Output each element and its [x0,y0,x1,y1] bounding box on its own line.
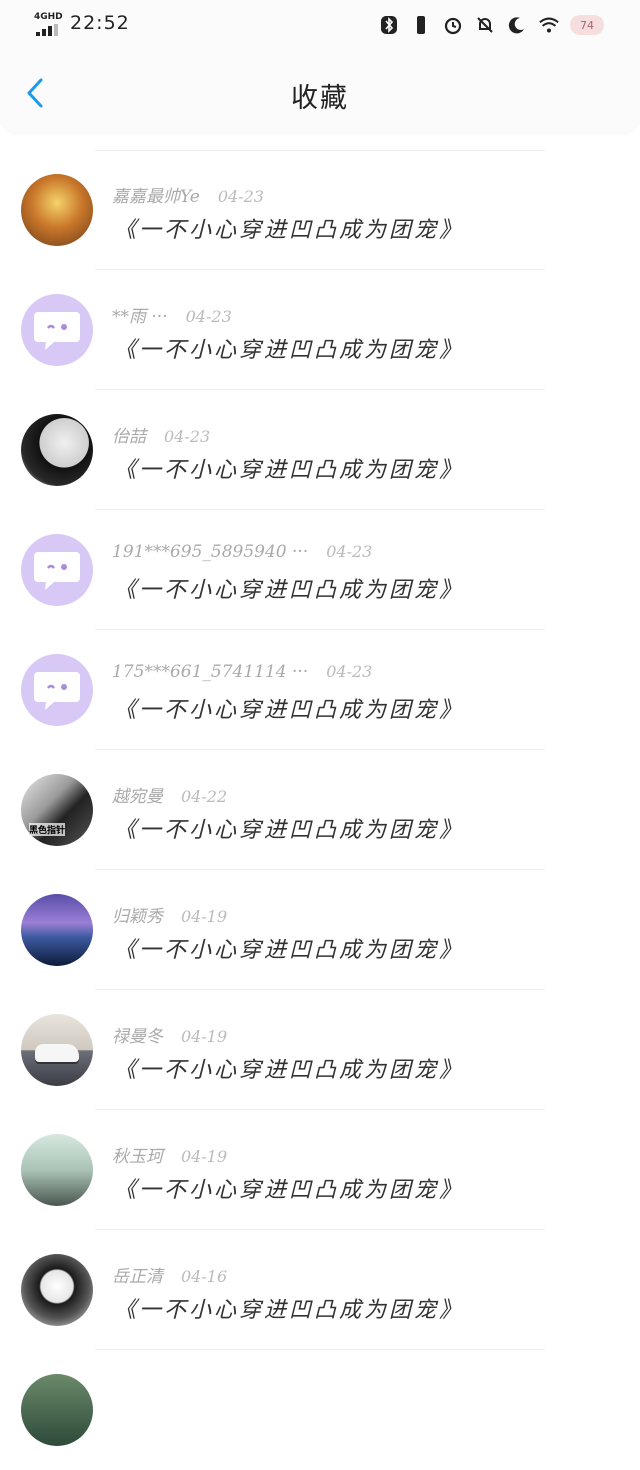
favorite-date: 04-23 [326,662,373,681]
avatar[interactable] [21,534,93,606]
book-title: 《一不小心穿进凹凸成为团宠》 [114,1298,465,1323]
list-item[interactable]: 岳正清 04-16 《一不小心穿进凹凸成为团宠》 [0,1230,640,1350]
avatar[interactable] [21,174,93,246]
book-title: 《一不小心穿进凹凸成为团宠》 [114,458,465,483]
list-item[interactable]: 佁喆 04-23 《一不小心穿进凹凸成为团宠》 [0,390,640,510]
status-icons: 74 [378,14,604,36]
avatar-caption: 黑色指针 [29,823,66,836]
user-name: 越宛曼 [112,787,163,807]
user-name: 禄曼冬 [112,1027,163,1047]
list-item[interactable]: 191***695_5895940 ··· 04-23 《一不小心穿进凹凸成为团宠… [0,510,640,630]
status-bar: 4GHD 22:52 74 [0,0,640,50]
favorite-date: 04-23 [164,427,211,446]
list-item[interactable]: 禄曼冬 04-19 《一不小心穿进凹凸成为团宠》 [0,990,640,1110]
avatar[interactable] [21,414,93,486]
favorite-date: 04-19 [181,1027,228,1046]
list-item[interactable]: 归颖秀 04-19 《一不小心穿进凹凸成为团宠》 [0,870,640,990]
chat-bubble-icon [34,672,80,710]
avatar[interactable] [21,1014,93,1086]
avatar[interactable] [21,894,93,966]
book-title: 《一不小心穿进凹凸成为团宠》 [114,1058,465,1083]
favorite-date: 04-23 [217,187,264,206]
wifi-icon [538,14,560,36]
battery-indicator: 74 [570,15,604,35]
list-item[interactable]: 黑色指针 越宛曼 04-22 《一不小心穿进凹凸成为团宠》 [0,750,640,870]
avatar[interactable] [21,294,93,366]
chat-bubble-icon [34,312,80,350]
top-nav-bar: 收藏 [0,50,640,132]
book-title: 《一不小心穿进凹凸成为团宠》 [114,938,465,963]
user-name: 秋玉珂 [112,1147,163,1167]
dnd-moon-icon [506,14,528,36]
avatar[interactable] [21,1134,93,1206]
avatar[interactable]: 黑色指针 [21,774,93,846]
avatar[interactable] [21,1374,93,1446]
user-name: 岳正清 [112,1267,163,1287]
favorite-date: 04-23 [326,542,373,561]
vibrate-icon [410,14,432,36]
book-title: 《一不小心穿进凹凸成为团宠》 [114,818,465,843]
user-name: 191***695_5895940 ··· [112,542,309,562]
book-title: 《一不小心穿进凹凸成为团宠》 [114,578,465,603]
bluetooth-icon [378,14,400,36]
list-item[interactable]: 嘉嘉最帅Ye 04-23 《一不小心穿进凹凸成为团宠》 [0,150,640,270]
favorite-date: 04-19 [181,907,228,926]
network-type: 4GHD [34,12,63,22]
clock: 22:52 [70,12,130,34]
book-title: 《一不小心穿进凹凸成为团宠》 [114,698,465,723]
user-name: **雨 ··· [112,307,168,327]
book-title: 《一不小心穿进凹凸成为团宠》 [114,1178,465,1203]
user-name: 嘉嘉最帅Ye [112,187,200,207]
user-name: 175***661_5741114 ··· [112,662,309,682]
alarm-icon [442,14,464,36]
user-name: 佁喆 [112,427,146,447]
user-name: 归颖秀 [112,907,163,927]
favorites-list: 嘉嘉最帅Ye 04-23 《一不小心穿进凹凸成为团宠》 **雨 ··· 04-23 … [0,150,640,1470]
avatar[interactable] [21,1254,93,1326]
list-item[interactable]: 秋玉珂 04-19 《一不小心穿进凹凸成为团宠》 [0,1110,640,1230]
list-item-partial[interactable] [0,1350,640,1470]
book-title: 《一不小心穿进凹凸成为团宠》 [114,218,465,243]
list-item[interactable]: **雨 ··· 04-23 《一不小心穿进凹凸成为团宠》 [0,270,640,390]
favorite-date: 04-22 [181,787,228,806]
signal-icon [36,24,58,36]
mute-icon [474,14,496,36]
book-title: 《一不小心穿进凹凸成为团宠》 [114,338,465,363]
favorite-date: 04-23 [185,307,232,326]
chat-bubble-icon [34,552,80,590]
favorite-date: 04-16 [181,1267,228,1286]
page-title: 收藏 [291,83,349,114]
favorite-date: 04-19 [181,1147,228,1166]
list-item[interactable]: 175***661_5741114 ··· 04-23 《一不小心穿进凹凸成为团宠… [0,630,640,750]
avatar[interactable] [21,654,93,726]
